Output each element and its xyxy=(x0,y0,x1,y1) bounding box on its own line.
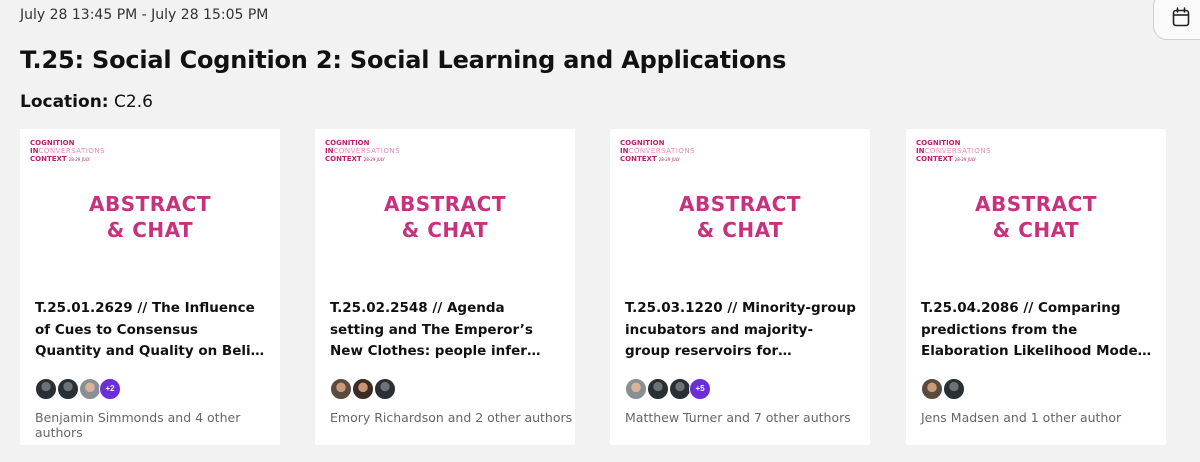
presentation-title[interactable]: T.25.03.1220 // Minority-group incubator… xyxy=(625,298,857,363)
abstract-chat-banner: ABSTRACT & CHAT xyxy=(384,192,506,242)
avatar xyxy=(57,378,79,400)
avatar xyxy=(374,378,396,400)
avatar xyxy=(352,378,374,400)
session-location: Location: C2.6 xyxy=(20,92,153,112)
avatar xyxy=(669,378,691,400)
session-datetime: July 28 13:45 PM - July 28 15:05 PM xyxy=(20,7,269,23)
avatar xyxy=(647,378,669,400)
avatar xyxy=(330,378,352,400)
presentation-card[interactable]: COGNITION INCONVERSATIONS CONTEXT 28-29 J… xyxy=(906,129,1166,445)
more-authors-badge: +2 xyxy=(99,378,121,400)
presentation-title[interactable]: T.25.04.2086 // Comparing predictions fr… xyxy=(921,298,1153,363)
avatar xyxy=(943,378,965,400)
presentation-card[interactable]: COGNITION INCONVERSATIONS CONTEXT 28-29 J… xyxy=(20,129,280,445)
author-names: Benjamin Simmonds and 4 other authors xyxy=(35,410,241,440)
avatar xyxy=(921,378,943,400)
presentation-title[interactable]: T.25.01.2629 // The Influence of Cues to… xyxy=(35,298,267,363)
presentation-title[interactable]: T.25.02.2548 // Agenda setting and The E… xyxy=(330,298,562,363)
location-value: C2.6 xyxy=(114,92,153,112)
presentation-card[interactable]: COGNITION INCONVERSATIONS CONTEXT 28-29 J… xyxy=(610,129,870,445)
conference-logo: COGNITION INCONVERSATIONS CONTEXT 28-29 J… xyxy=(620,139,696,163)
abstract-chat-banner: ABSTRACT & CHAT xyxy=(679,192,801,242)
conference-logo: COGNITION INCONVERSATIONS CONTEXT 28-29 J… xyxy=(325,139,401,163)
calendar-icon xyxy=(1172,7,1190,27)
conference-logo: COGNITION INCONVERSATIONS CONTEXT 28-29 J… xyxy=(916,139,992,163)
author-names: Jens Madsen and 1 other author xyxy=(921,410,1122,425)
session-title: T.25: Social Cognition 2: Social Learnin… xyxy=(20,46,787,74)
more-authors-badge: +5 xyxy=(689,378,711,400)
avatar xyxy=(35,378,57,400)
add-to-calendar-button[interactable] xyxy=(1153,0,1200,40)
presentation-card[interactable]: COGNITION INCONVERSATIONS CONTEXT 28-29 J… xyxy=(315,129,575,445)
avatar xyxy=(625,378,647,400)
author-names: Emory Richardson and 2 other authors xyxy=(330,410,573,425)
avatar xyxy=(79,378,101,400)
location-label: Location: xyxy=(20,92,109,112)
conference-logo: COGNITION INCONVERSATIONS CONTEXT 28-29 J… xyxy=(30,139,106,163)
abstract-chat-banner: ABSTRACT & CHAT xyxy=(975,192,1097,242)
author-names: Matthew Turner and 7 other authors xyxy=(625,410,851,425)
abstract-chat-banner: ABSTRACT & CHAT xyxy=(89,192,211,242)
